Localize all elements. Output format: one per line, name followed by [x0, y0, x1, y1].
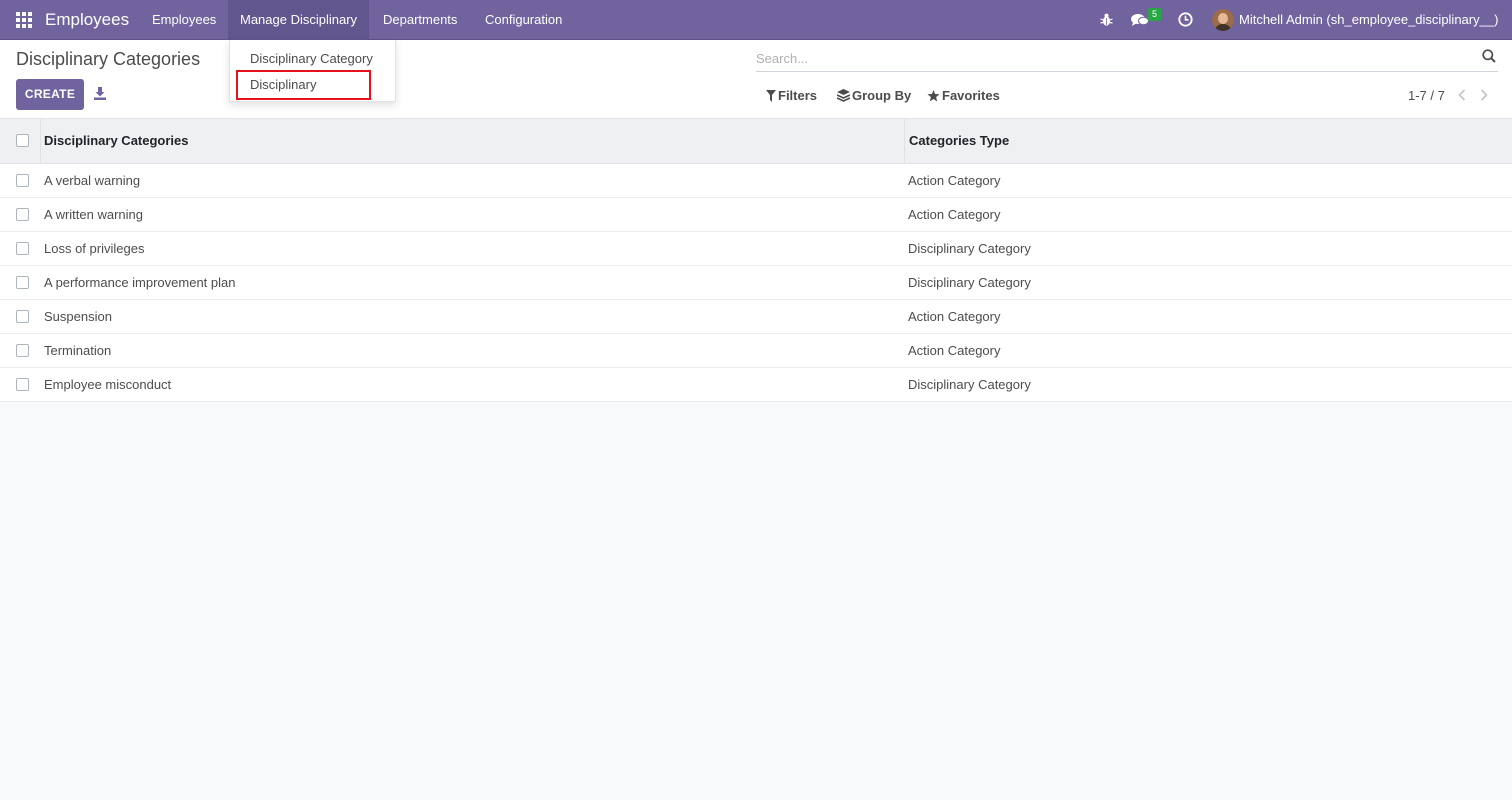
table-row[interactable]: Employee misconduct Disciplinary Categor… [0, 368, 1512, 402]
search-icon[interactable] [1482, 49, 1496, 66]
chat-icon[interactable] [1131, 13, 1149, 30]
row-checkbox[interactable] [16, 174, 29, 187]
layers-icon [836, 89, 851, 102]
menu-employees[interactable]: Employees [140, 0, 228, 40]
apps-grid-icon[interactable] [16, 12, 32, 28]
column-separator [40, 119, 41, 164]
star-icon [927, 90, 940, 102]
table-row[interactable]: Termination Action Category [0, 334, 1512, 368]
table-row[interactable]: A verbal warning Action Category [0, 164, 1512, 198]
cell-category-type: Action Category [908, 173, 1001, 188]
filter-icon [766, 90, 776, 102]
column-header-categories[interactable]: Disciplinary Categories [44, 133, 189, 148]
row-checkbox[interactable] [16, 310, 29, 323]
bug-icon[interactable] [1100, 12, 1113, 30]
clock-icon[interactable] [1178, 12, 1193, 30]
pager-previous-icon[interactable] [1458, 89, 1466, 104]
table-row[interactable]: Loss of privileges Disciplinary Category [0, 232, 1512, 266]
manage-disciplinary-dropdown: Disciplinary Category Disciplinary [229, 40, 396, 102]
cell-category-name: A verbal warning [44, 173, 141, 188]
list-view: Disciplinary Categories Categories Type … [0, 119, 1512, 402]
menu-departments[interactable]: Departments [371, 0, 469, 40]
cell-category-name: A written warning [44, 207, 143, 222]
cell-category-type: Disciplinary Category [908, 377, 1031, 392]
column-separator [904, 119, 905, 164]
filters-label: Filters [778, 88, 818, 103]
row-checkbox[interactable] [16, 242, 29, 255]
cell-category-type: Action Category [908, 207, 1001, 222]
cell-category-name: Loss of privileges [44, 241, 145, 256]
row-checkbox[interactable] [16, 378, 29, 391]
table-row[interactable]: A written warning Action Category [0, 198, 1512, 232]
table-row[interactable]: Suspension Action Category [0, 300, 1512, 334]
filters-button[interactable]: Filters [766, 87, 817, 105]
favorites-label: Favorites [942, 88, 1000, 103]
group-by-label: Group By [852, 88, 912, 103]
cell-category-type: Disciplinary Category [908, 275, 1031, 290]
app-brand[interactable]: Employees [45, 10, 129, 30]
column-header-type[interactable]: Categories Type [909, 133, 1009, 148]
row-checkbox[interactable] [16, 208, 29, 221]
control-panel: Disciplinary Categories CREATE Filters G… [0, 40, 1512, 119]
cell-category-name: A performance improvement plan [44, 275, 236, 290]
pager-value[interactable]: 1-7 / 7 [1408, 88, 1445, 103]
menu-manage-disciplinary[interactable]: Manage Disciplinary [228, 0, 370, 40]
favorites-button[interactable]: Favorites [927, 87, 1000, 105]
table-row[interactable]: A performance improvement plan Disciplin… [0, 266, 1512, 300]
top-navbar: Employees Employees Manage Disciplinary … [0, 0, 1512, 40]
create-button[interactable]: CREATE [16, 79, 84, 110]
cell-category-name: Termination [44, 343, 112, 358]
search-bar [756, 44, 1498, 72]
dropdown-item-disciplinary-category[interactable]: Disciplinary Category [250, 51, 373, 66]
row-checkbox[interactable] [16, 344, 29, 357]
download-icon[interactable] [93, 87, 107, 103]
cell-category-name: Employee misconduct [44, 377, 172, 392]
cell-category-type: Action Category [908, 343, 1001, 358]
menu-configuration[interactable]: Configuration [473, 0, 574, 40]
cell-category-type: Action Category [908, 309, 1001, 324]
group-by-button[interactable]: Group By [836, 87, 912, 105]
dropdown-item-disciplinary[interactable]: Disciplinary [250, 77, 316, 92]
cell-category-type: Disciplinary Category [908, 241, 1031, 256]
avatar[interactable] [1212, 9, 1234, 31]
pager-next-icon[interactable] [1480, 89, 1488, 104]
cell-category-name: Suspension [44, 309, 112, 324]
row-checkbox[interactable] [16, 276, 29, 289]
page-title: Disciplinary Categories [16, 49, 201, 69]
table-header: Disciplinary Categories Categories Type [0, 119, 1512, 164]
messages-badge: 5 [1148, 8, 1162, 21]
search-input[interactable] [756, 48, 1456, 68]
select-all-checkbox[interactable] [16, 134, 29, 147]
user-menu[interactable]: Mitchell Admin (sh_employee_disciplinary… [1239, 12, 1498, 27]
